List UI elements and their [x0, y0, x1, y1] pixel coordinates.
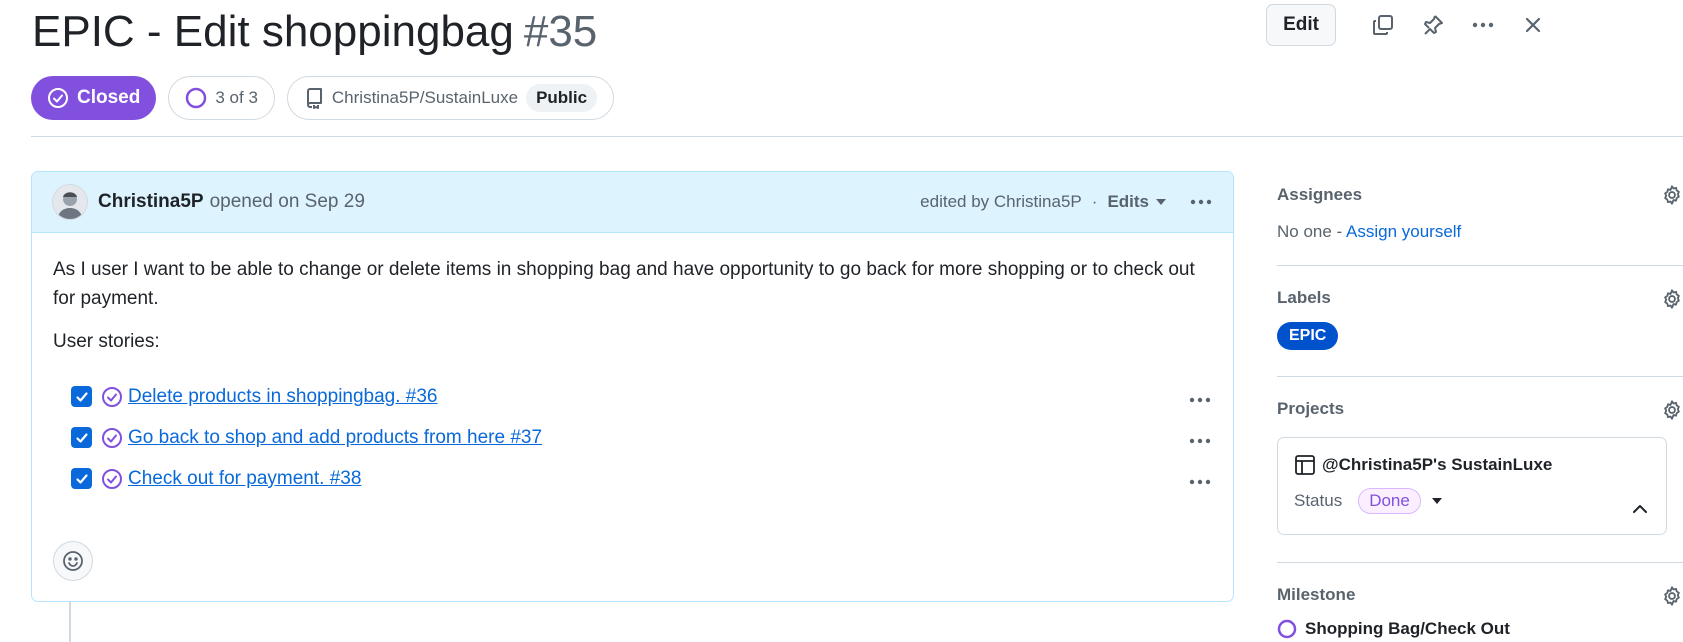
task-link[interactable]: Delete products in shoppingbag. #36 [128, 382, 438, 411]
label-epic[interactable]: EPIC [1277, 322, 1339, 350]
visibility-badge: Public [526, 84, 598, 112]
milestone-name: Shopping Bag/Check Out [1305, 619, 1510, 638]
repository-link[interactable]: Christina5P/SustainLuxe Public [286, 76, 615, 120]
task-link[interactable]: Check out for payment. #38 [128, 464, 361, 493]
task-options-button[interactable] [1188, 429, 1212, 453]
status-value-badge[interactable]: Done [1358, 488, 1421, 514]
state-label: Closed [77, 87, 141, 108]
closed-check-circle-icon [101, 427, 123, 449]
repo-icon [304, 87, 324, 109]
task-link[interactable]: Go back to shop and add products from he… [128, 423, 542, 452]
subissues-progress[interactable]: 3 of 3 [168, 76, 275, 120]
timeline-connector [69, 602, 71, 642]
issue-header-actions: Edit [1266, 4, 1558, 46]
triangle-down-icon [1431, 498, 1442, 504]
projects-title: Projects [1277, 399, 1345, 418]
edit-title-button[interactable]: Edit [1266, 4, 1336, 46]
status-dropdown-button[interactable] [1431, 497, 1443, 505]
closed-check-circle-icon [101, 386, 123, 408]
close-icon [1522, 14, 1544, 36]
gear-icon [1664, 586, 1680, 606]
project-card: @Christina5P's SustainLuxe Status Done [1277, 437, 1667, 535]
progress-ring-icon [185, 87, 207, 109]
progress-label: 3 of 3 [215, 88, 258, 107]
assign-yourself-link[interactable]: Assign yourself [1346, 222, 1461, 241]
description-paragraph: As I user I want to be able to change or… [53, 259, 1195, 309]
issue-title-text: EPIC - Edit shoppingbag [32, 7, 514, 56]
kebab-icon [1471, 13, 1495, 37]
labels-title: Labels [1277, 288, 1331, 307]
issue-body-comment: Christina5P opened on Sep 29 edited by C… [31, 171, 1234, 602]
state-badge-closed: Closed [31, 76, 157, 120]
task-options-button[interactable] [1188, 388, 1212, 412]
milestone-link[interactable]: Shopping Bag/Check Out [1277, 619, 1683, 639]
copy-icon [1371, 13, 1395, 37]
check-circle-icon [47, 87, 69, 109]
task-options-button[interactable] [1188, 470, 1212, 494]
milestone-section: Milestone Shopping Bag/Check Out [1277, 563, 1683, 639]
header-divider [31, 136, 1683, 137]
status-label: Status [1294, 491, 1343, 510]
repo-name: Christina5P/SustainLuxe [331, 88, 519, 107]
separator-dot: · [1091, 192, 1098, 211]
comment-body: As I user I want to be able to change or… [32, 233, 1233, 499]
assignees-section: Assignees No one - Assign yourself [1277, 171, 1683, 266]
chevron-up-icon [1633, 505, 1647, 513]
task-checkbox[interactable] [71, 427, 92, 448]
issue-meta-row: Closed 3 of 3 Christina5P/SustainLuxe Pu… [31, 76, 615, 120]
more-options-button[interactable] [1458, 4, 1508, 46]
project-name-row[interactable]: @Christina5P's SustainLuxe [1294, 454, 1650, 476]
edits-dropdown[interactable]: Edits [1107, 192, 1167, 212]
issue-sidebar: Assignees No one - Assign yourself Label… [1277, 171, 1683, 639]
task-item: Check out for payment. #38 [53, 458, 1212, 499]
table-icon [1294, 454, 1316, 476]
assignees-row: No one - Assign yourself [1277, 222, 1683, 242]
labels-settings-button[interactable] [1661, 288, 1683, 310]
edited-by: edited by Christina5P [920, 192, 1082, 211]
avatar[interactable] [52, 184, 88, 220]
projects-settings-button[interactable] [1661, 399, 1683, 421]
task-checkbox[interactable] [71, 386, 92, 407]
task-item: Delete products in shoppingbag. #36 [53, 376, 1212, 417]
task-list: Delete products in shoppingbag. #36 Go b… [53, 376, 1212, 499]
task-checkbox[interactable] [71, 468, 92, 489]
assignees-settings-button[interactable] [1661, 184, 1683, 206]
smiley-icon [62, 550, 84, 572]
gear-icon [1664, 289, 1680, 309]
close-panel-button[interactable] [1508, 4, 1558, 46]
milestone-title: Milestone [1277, 585, 1356, 604]
triangle-down-icon [1155, 198, 1167, 206]
task-item: Go back to shop and add products from he… [53, 417, 1212, 458]
issue-title: EPIC - Edit shoppingbag #35 [32, 4, 597, 60]
gear-icon [1664, 400, 1680, 420]
milestone-progress-icon [1277, 619, 1297, 639]
milestone-settings-button[interactable] [1661, 585, 1683, 607]
comment-header: Christina5P opened on Sep 29 edited by C… [32, 172, 1233, 233]
kebab-icon [1189, 190, 1213, 214]
opened-date: opened on Sep 29 [209, 191, 365, 212]
comment-author[interactable]: Christina5P [98, 191, 204, 213]
projects-section: Projects @Christina5P's SustainLuxe Stat… [1277, 377, 1683, 563]
project-name: @Christina5P's SustainLuxe [1322, 455, 1553, 474]
collapse-project-button[interactable] [1632, 504, 1648, 514]
copy-link-button[interactable] [1358, 4, 1408, 46]
user-stories-heading: User stories: [53, 331, 160, 352]
add-reaction-button[interactable] [53, 541, 93, 581]
assignees-title: Assignees [1277, 185, 1363, 204]
comment-options-button[interactable] [1189, 190, 1213, 214]
pin-button[interactable] [1408, 4, 1458, 46]
edits-label: Edits [1107, 192, 1149, 211]
project-status-row: Status Done [1294, 488, 1650, 514]
gear-icon [1664, 185, 1680, 205]
labels-section: Labels EPIC [1277, 266, 1683, 377]
closed-check-circle-icon [101, 468, 123, 490]
issue-number: #35 [523, 7, 598, 56]
pin-icon [1421, 13, 1445, 37]
no-assignee-text: No one - [1277, 222, 1346, 241]
